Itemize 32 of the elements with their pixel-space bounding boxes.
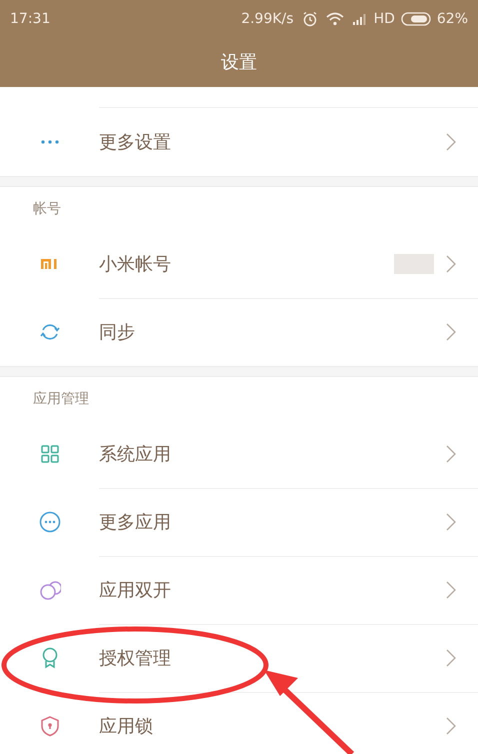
signal-icon — [352, 12, 368, 26]
settings-item[interactable]: 系统应用 — [99, 442, 446, 466]
chevron-icon — [446, 133, 456, 151]
settings-item[interactable]: 小米帐号 — [99, 252, 394, 276]
chevron-icon — [446, 648, 456, 666]
overlapping-circles-icon — [38, 579, 60, 601]
settings-item[interactable]: 同步 — [99, 320, 446, 344]
alarm-icon — [302, 10, 318, 26]
settings-item[interactable]: 更多设置 — [99, 130, 446, 154]
grid-icon — [38, 443, 60, 465]
chevron-icon — [446, 323, 456, 341]
network-speed: 2.99K/s — [241, 10, 294, 26]
settings-item[interactable]: 应用双开 — [99, 578, 446, 602]
settings-item[interactable]: 更多应用 — [99, 510, 446, 534]
shield-lock-icon — [38, 715, 60, 737]
settings-item[interactable]: 应用锁 — [99, 714, 446, 738]
chevron-icon — [446, 254, 456, 272]
page-title: 设置 — [221, 51, 257, 74]
chevron-icon — [446, 580, 456, 598]
chevron-icon — [446, 444, 456, 462]
network-type: HD — [374, 10, 395, 26]
more-dots-icon — [38, 139, 60, 145]
status-time: 17:31 — [10, 10, 50, 26]
battery-icon — [400, 12, 431, 26]
section-header: 帐号 — [33, 200, 61, 218]
chevron-icon — [446, 512, 456, 530]
battery-level: 62% — [436, 10, 468, 26]
settings-item[interactable]: 授权管理 — [99, 646, 446, 670]
chevron-icon — [446, 717, 456, 735]
wifi-icon — [326, 12, 344, 26]
more-circle-icon — [38, 511, 60, 533]
section-header: 应用管理 — [33, 390, 89, 408]
